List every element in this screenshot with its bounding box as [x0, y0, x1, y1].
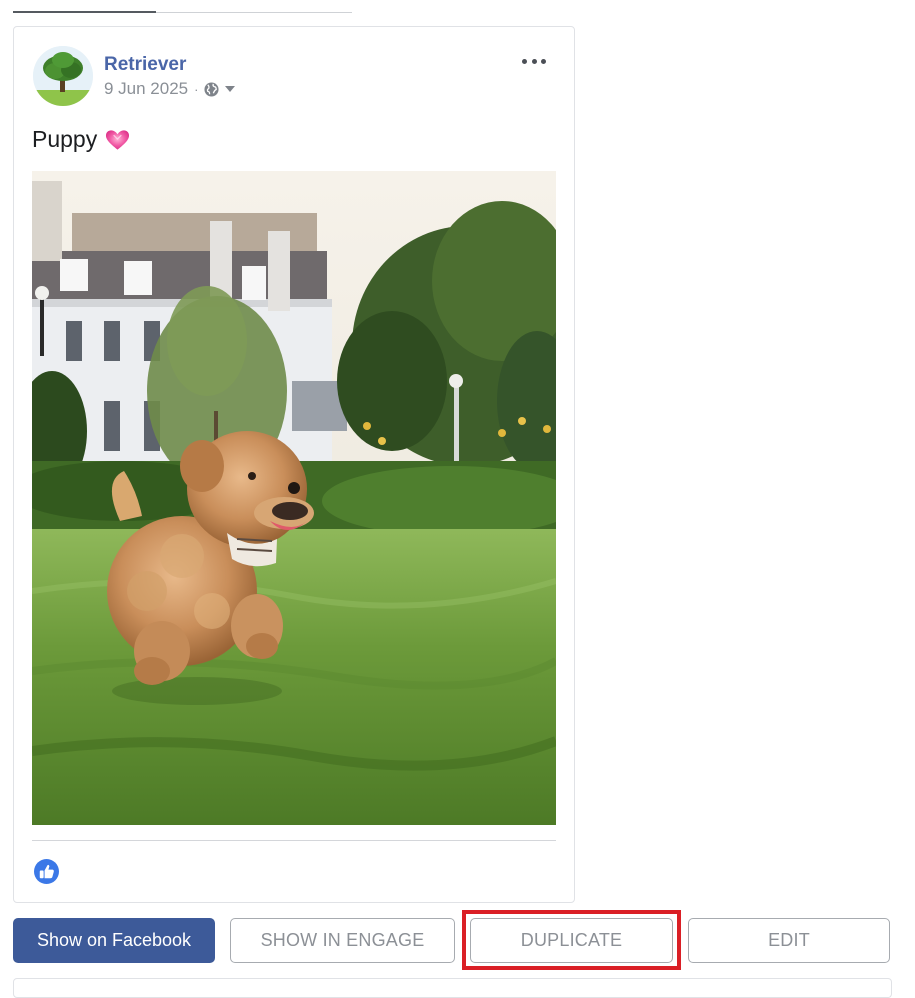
edit-button[interactable]: EDIT [688, 918, 890, 963]
globe-icon [204, 81, 220, 97]
post-date: 9 Jun 2025 [104, 79, 189, 98]
more-dot-icon [531, 58, 537, 64]
puppy-running-on-grass-image [32, 171, 556, 825]
pink-heart-icon [106, 129, 130, 150]
post-text: Puppy [32, 126, 130, 153]
more-dot-icon [522, 58, 527, 64]
more-dot-icon [541, 58, 546, 64]
active-tab-indicator [13, 11, 156, 13]
meta-separator: · [194, 81, 199, 97]
card-divider [32, 840, 556, 841]
post-preview-card: Retriever 9 Jun 2025 · Puppy [13, 26, 575, 903]
tab-bar-underline [156, 12, 352, 13]
duplicate-highlight-box [462, 910, 681, 970]
post-more-menu-button[interactable] [522, 53, 546, 69]
post-text-content: Puppy [32, 126, 98, 152]
tree-avatar-image [33, 46, 93, 106]
top-tab-bar [13, 0, 352, 13]
like-thumb-icon [34, 859, 59, 884]
privacy-dropdown-chevron-icon[interactable] [225, 86, 236, 92]
show-on-facebook-button[interactable]: Show on Facebook [13, 918, 215, 963]
next-post-card-edge [13, 978, 892, 998]
author-name[interactable]: Retriever [104, 54, 186, 76]
post-meta: 9 Jun 2025 · [104, 78, 236, 100]
post-photo[interactable] [32, 171, 556, 825]
avatar[interactable] [33, 46, 93, 106]
show-in-engage-button[interactable]: SHOW IN ENGAGE [230, 918, 455, 963]
